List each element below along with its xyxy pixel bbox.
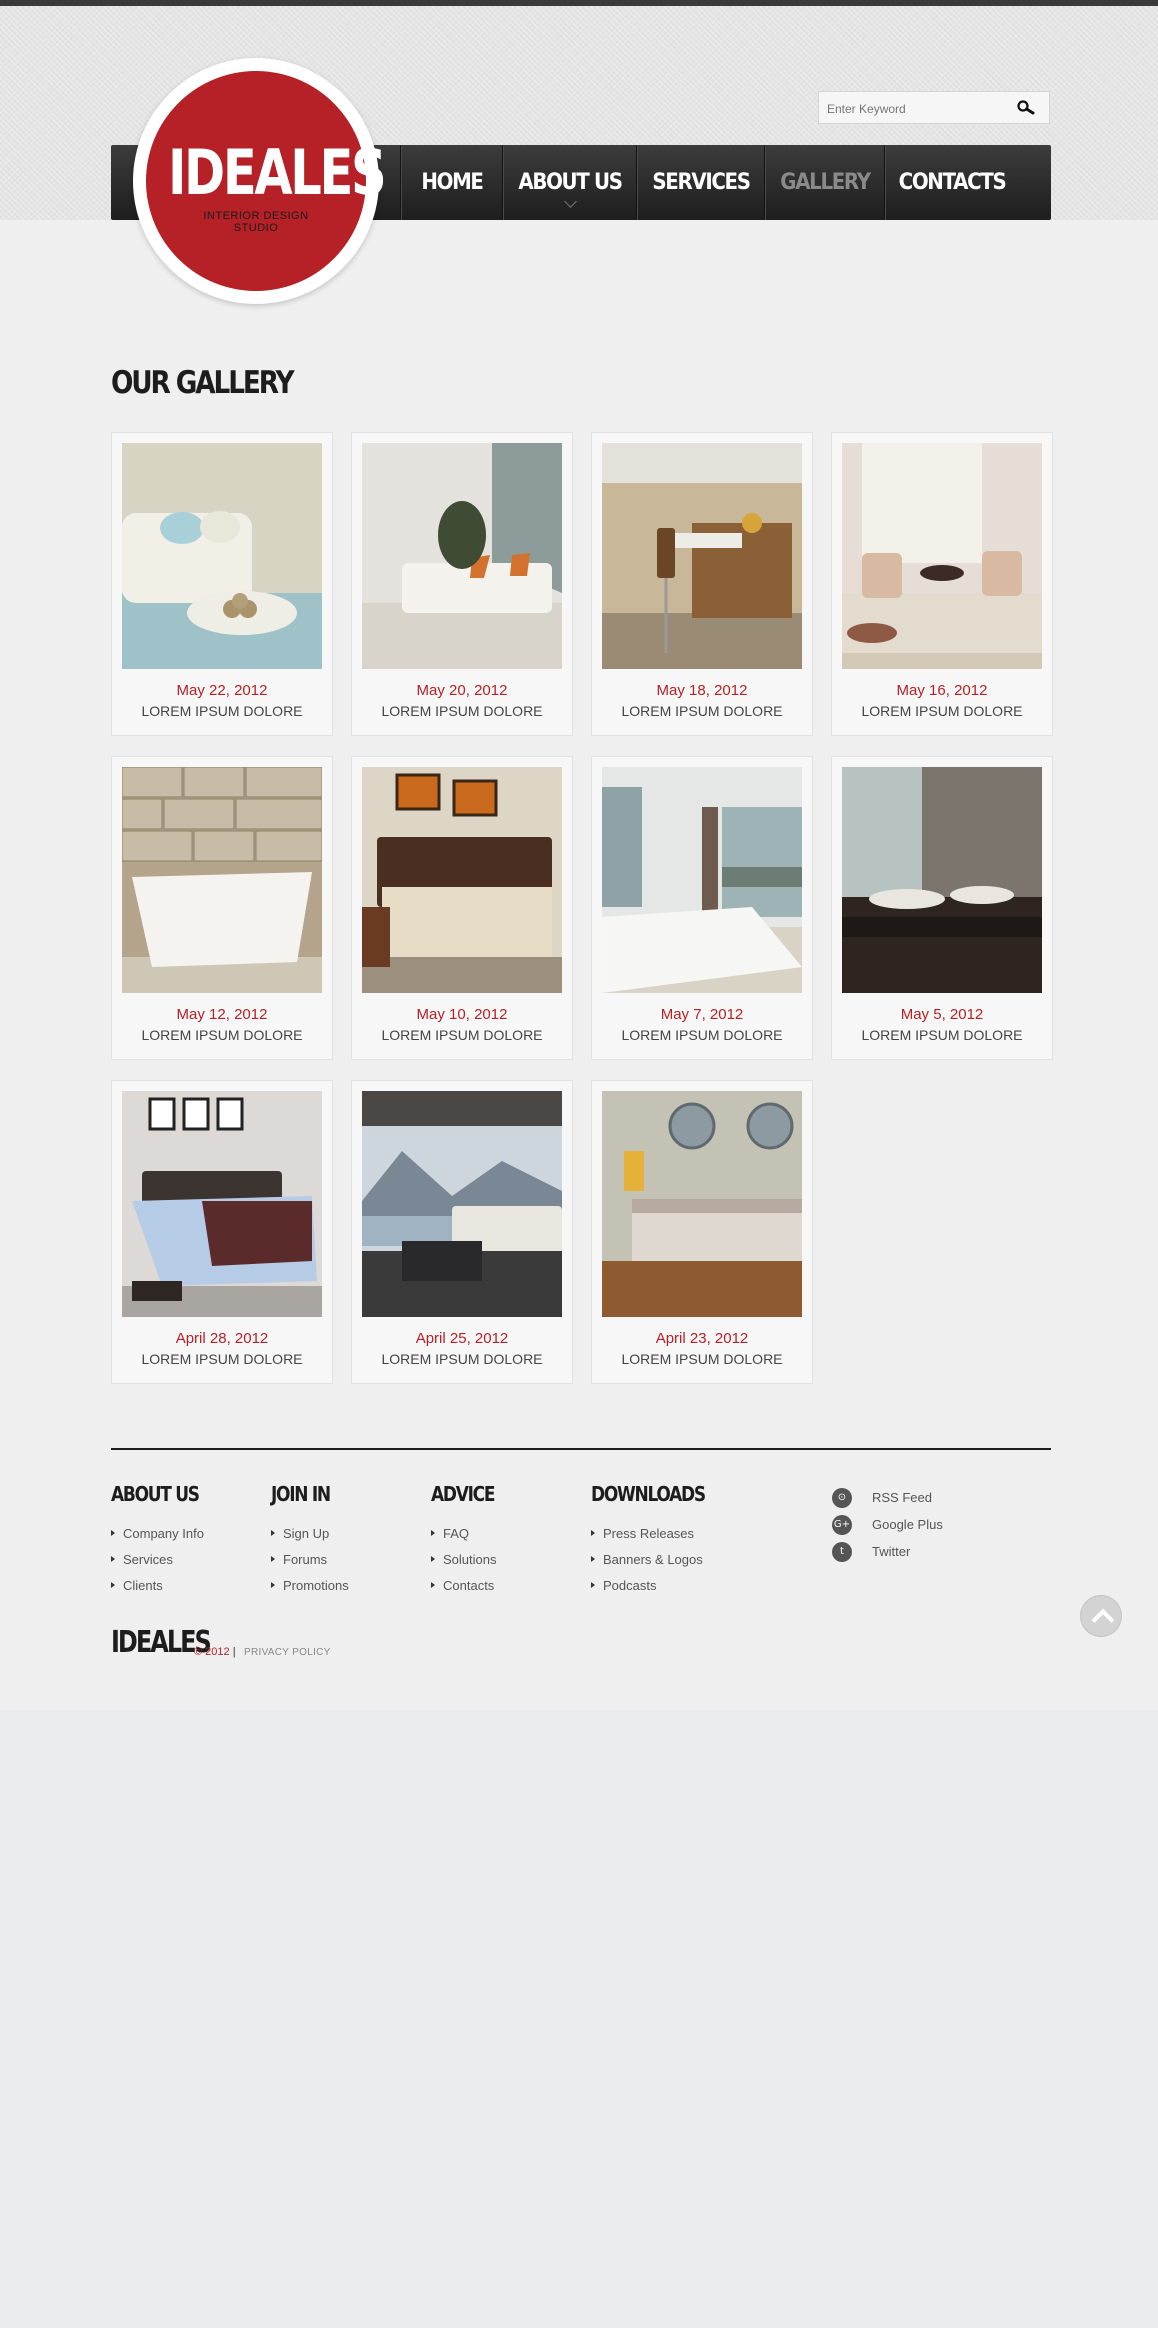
- gallery-photo: [122, 443, 322, 669]
- gallery-caption: LOREM IPSUM DOLORE: [621, 1351, 783, 1367]
- search-icon[interactable]: [1015, 97, 1037, 119]
- gallery-caption: LOREM IPSUM DOLORE: [381, 1351, 543, 1367]
- gallery-card[interactable]: May 5, 2012 LOREM IPSUM DOLORE: [831, 756, 1053, 1060]
- footer-heading-downloads: DOWNLOADS: [591, 1482, 706, 1506]
- social-label: Twitter: [872, 1544, 911, 1559]
- footer-link[interactable]: Contacts: [431, 1578, 494, 1593]
- gallery-photo: [122, 1091, 322, 1317]
- footer-divider: [111, 1448, 1051, 1450]
- nav-home[interactable]: HOME: [407, 145, 497, 220]
- nav-services[interactable]: SERVICES: [644, 145, 757, 220]
- gallery-card[interactable]: April 25, 2012 LOREM IPSUM DOLORE: [351, 1080, 573, 1384]
- nav-separator: [764, 145, 766, 220]
- nav-gallery[interactable]: GALLERY: [772, 145, 878, 220]
- footer-link[interactable]: Podcasts: [591, 1578, 656, 1593]
- gallery-caption: LOREM IPSUM DOLORE: [381, 703, 543, 719]
- gallery-photo: [122, 767, 322, 993]
- gallery-date: May 20, 2012: [416, 682, 508, 699]
- gallery-date: May 5, 2012: [900, 1006, 984, 1023]
- social-label: Google Plus: [872, 1517, 943, 1532]
- nav-separator: [502, 145, 504, 220]
- footer-link[interactable]: Sign Up: [271, 1526, 329, 1541]
- gallery-card[interactable]: May 12, 2012 LOREM IPSUM DOLORE: [111, 756, 333, 1060]
- gallery-date: April 23, 2012: [655, 1330, 749, 1347]
- logo-title: IDEALES: [168, 136, 387, 209]
- copyright-separator: |: [232, 1646, 236, 1658]
- gallery-caption: LOREM IPSUM DOLORE: [141, 1027, 303, 1043]
- gallery-card[interactable]: May 22, 2012 LOREM IPSUM DOLORE: [111, 432, 333, 736]
- footer-link[interactable]: Company Info: [111, 1526, 204, 1541]
- gallery-caption: LOREM IPSUM DOLORE: [141, 1351, 303, 1367]
- gallery-photo: [362, 767, 562, 993]
- gallery-caption: LOREM IPSUM DOLORE: [621, 703, 783, 719]
- footer-link[interactable]: Promotions: [271, 1578, 349, 1593]
- gallery-card[interactable]: May 16, 2012 LOREM IPSUM DOLORE: [831, 432, 1053, 736]
- gallery-photo: [602, 443, 802, 669]
- footer-heading-advice: ADVICE: [431, 1482, 495, 1506]
- nav-separator: [884, 145, 886, 220]
- nav-contacts[interactable]: CONTACTS: [893, 145, 1012, 220]
- logo-subtitle-line2: STUDIO: [233, 222, 279, 234]
- gallery-card[interactable]: May 10, 2012 LOREM IPSUM DOLORE: [351, 756, 573, 1060]
- footer-heading-about: ABOUT US: [111, 1482, 200, 1506]
- gallery-card[interactable]: April 23, 2012 LOREM IPSUM DOLORE: [591, 1080, 813, 1384]
- social-label: RSS Feed: [872, 1490, 932, 1505]
- gallery-photo: [362, 1091, 562, 1317]
- rss-icon: ⊙: [832, 1488, 852, 1508]
- gallery-date: May 12, 2012: [176, 1006, 268, 1023]
- gallery-card[interactable]: May 18, 2012 LOREM IPSUM DOLORE: [591, 432, 813, 736]
- gallery-date: May 16, 2012: [896, 682, 988, 699]
- gallery-caption: LOREM IPSUM DOLORE: [861, 1027, 1023, 1043]
- footer-link[interactable]: FAQ: [431, 1526, 469, 1541]
- footer-link[interactable]: Services: [111, 1552, 173, 1567]
- footer-link[interactable]: Forums: [271, 1552, 327, 1567]
- nav-separator: [636, 145, 638, 220]
- nav-about-us[interactable]: ABOUT US: [511, 145, 630, 220]
- gallery-card[interactable]: May 7, 2012 LOREM IPSUM DOLORE: [591, 756, 813, 1060]
- gallery-date: April 25, 2012: [415, 1330, 509, 1347]
- gallery-date: May 22, 2012: [176, 682, 268, 699]
- logo-subtitle-line1: INTERIOR DESIGN: [203, 210, 309, 222]
- gallery-photo: [602, 767, 802, 993]
- gallery-card[interactable]: April 28, 2012 LOREM IPSUM DOLORE: [111, 1080, 333, 1384]
- footer-link[interactable]: Clients: [111, 1578, 163, 1593]
- copyright-text: © 2012: [194, 1646, 230, 1658]
- chevron-up-icon: [1091, 1608, 1115, 1632]
- gallery-date: May 7, 2012: [660, 1006, 744, 1023]
- gallery-date: May 10, 2012: [416, 1006, 508, 1023]
- footer-link[interactable]: Press Releases: [591, 1526, 694, 1541]
- gallery-photo: [842, 443, 1042, 669]
- google-plus-icon: G+: [832, 1515, 852, 1535]
- copyright: © 2012 |: [194, 1646, 236, 1658]
- gallery-photo: [602, 1091, 802, 1317]
- privacy-policy-link[interactable]: PRIVACY POLICY: [244, 1647, 331, 1658]
- gallery-date: April 28, 2012: [175, 1330, 269, 1347]
- footer-heading-join: JOIN IN: [271, 1482, 331, 1506]
- gallery-photo: [362, 443, 562, 669]
- gallery-photo: [842, 767, 1042, 993]
- search-input[interactable]: [825, 98, 1009, 120]
- gallery-date: May 18, 2012: [656, 682, 748, 699]
- gallery-caption: LOREM IPSUM DOLORE: [861, 703, 1023, 719]
- gallery-caption: LOREM IPSUM DOLORE: [141, 703, 303, 719]
- back-to-top-button[interactable]: [1080, 1595, 1122, 1637]
- gallery-caption: LOREM IPSUM DOLORE: [621, 1027, 783, 1043]
- page-title: OUR GALLERY: [111, 365, 295, 401]
- twitter-icon: t: [832, 1542, 852, 1562]
- footer-link[interactable]: Banners & Logos: [591, 1552, 703, 1567]
- nav-separator: [400, 145, 402, 220]
- footer-link[interactable]: Solutions: [431, 1552, 496, 1567]
- logo-subtitle: INTERIOR DESIGN STUDIO: [146, 210, 366, 234]
- gallery-card[interactable]: May 20, 2012 LOREM IPSUM DOLORE: [351, 432, 573, 736]
- gallery-caption: LOREM IPSUM DOLORE: [381, 1027, 543, 1043]
